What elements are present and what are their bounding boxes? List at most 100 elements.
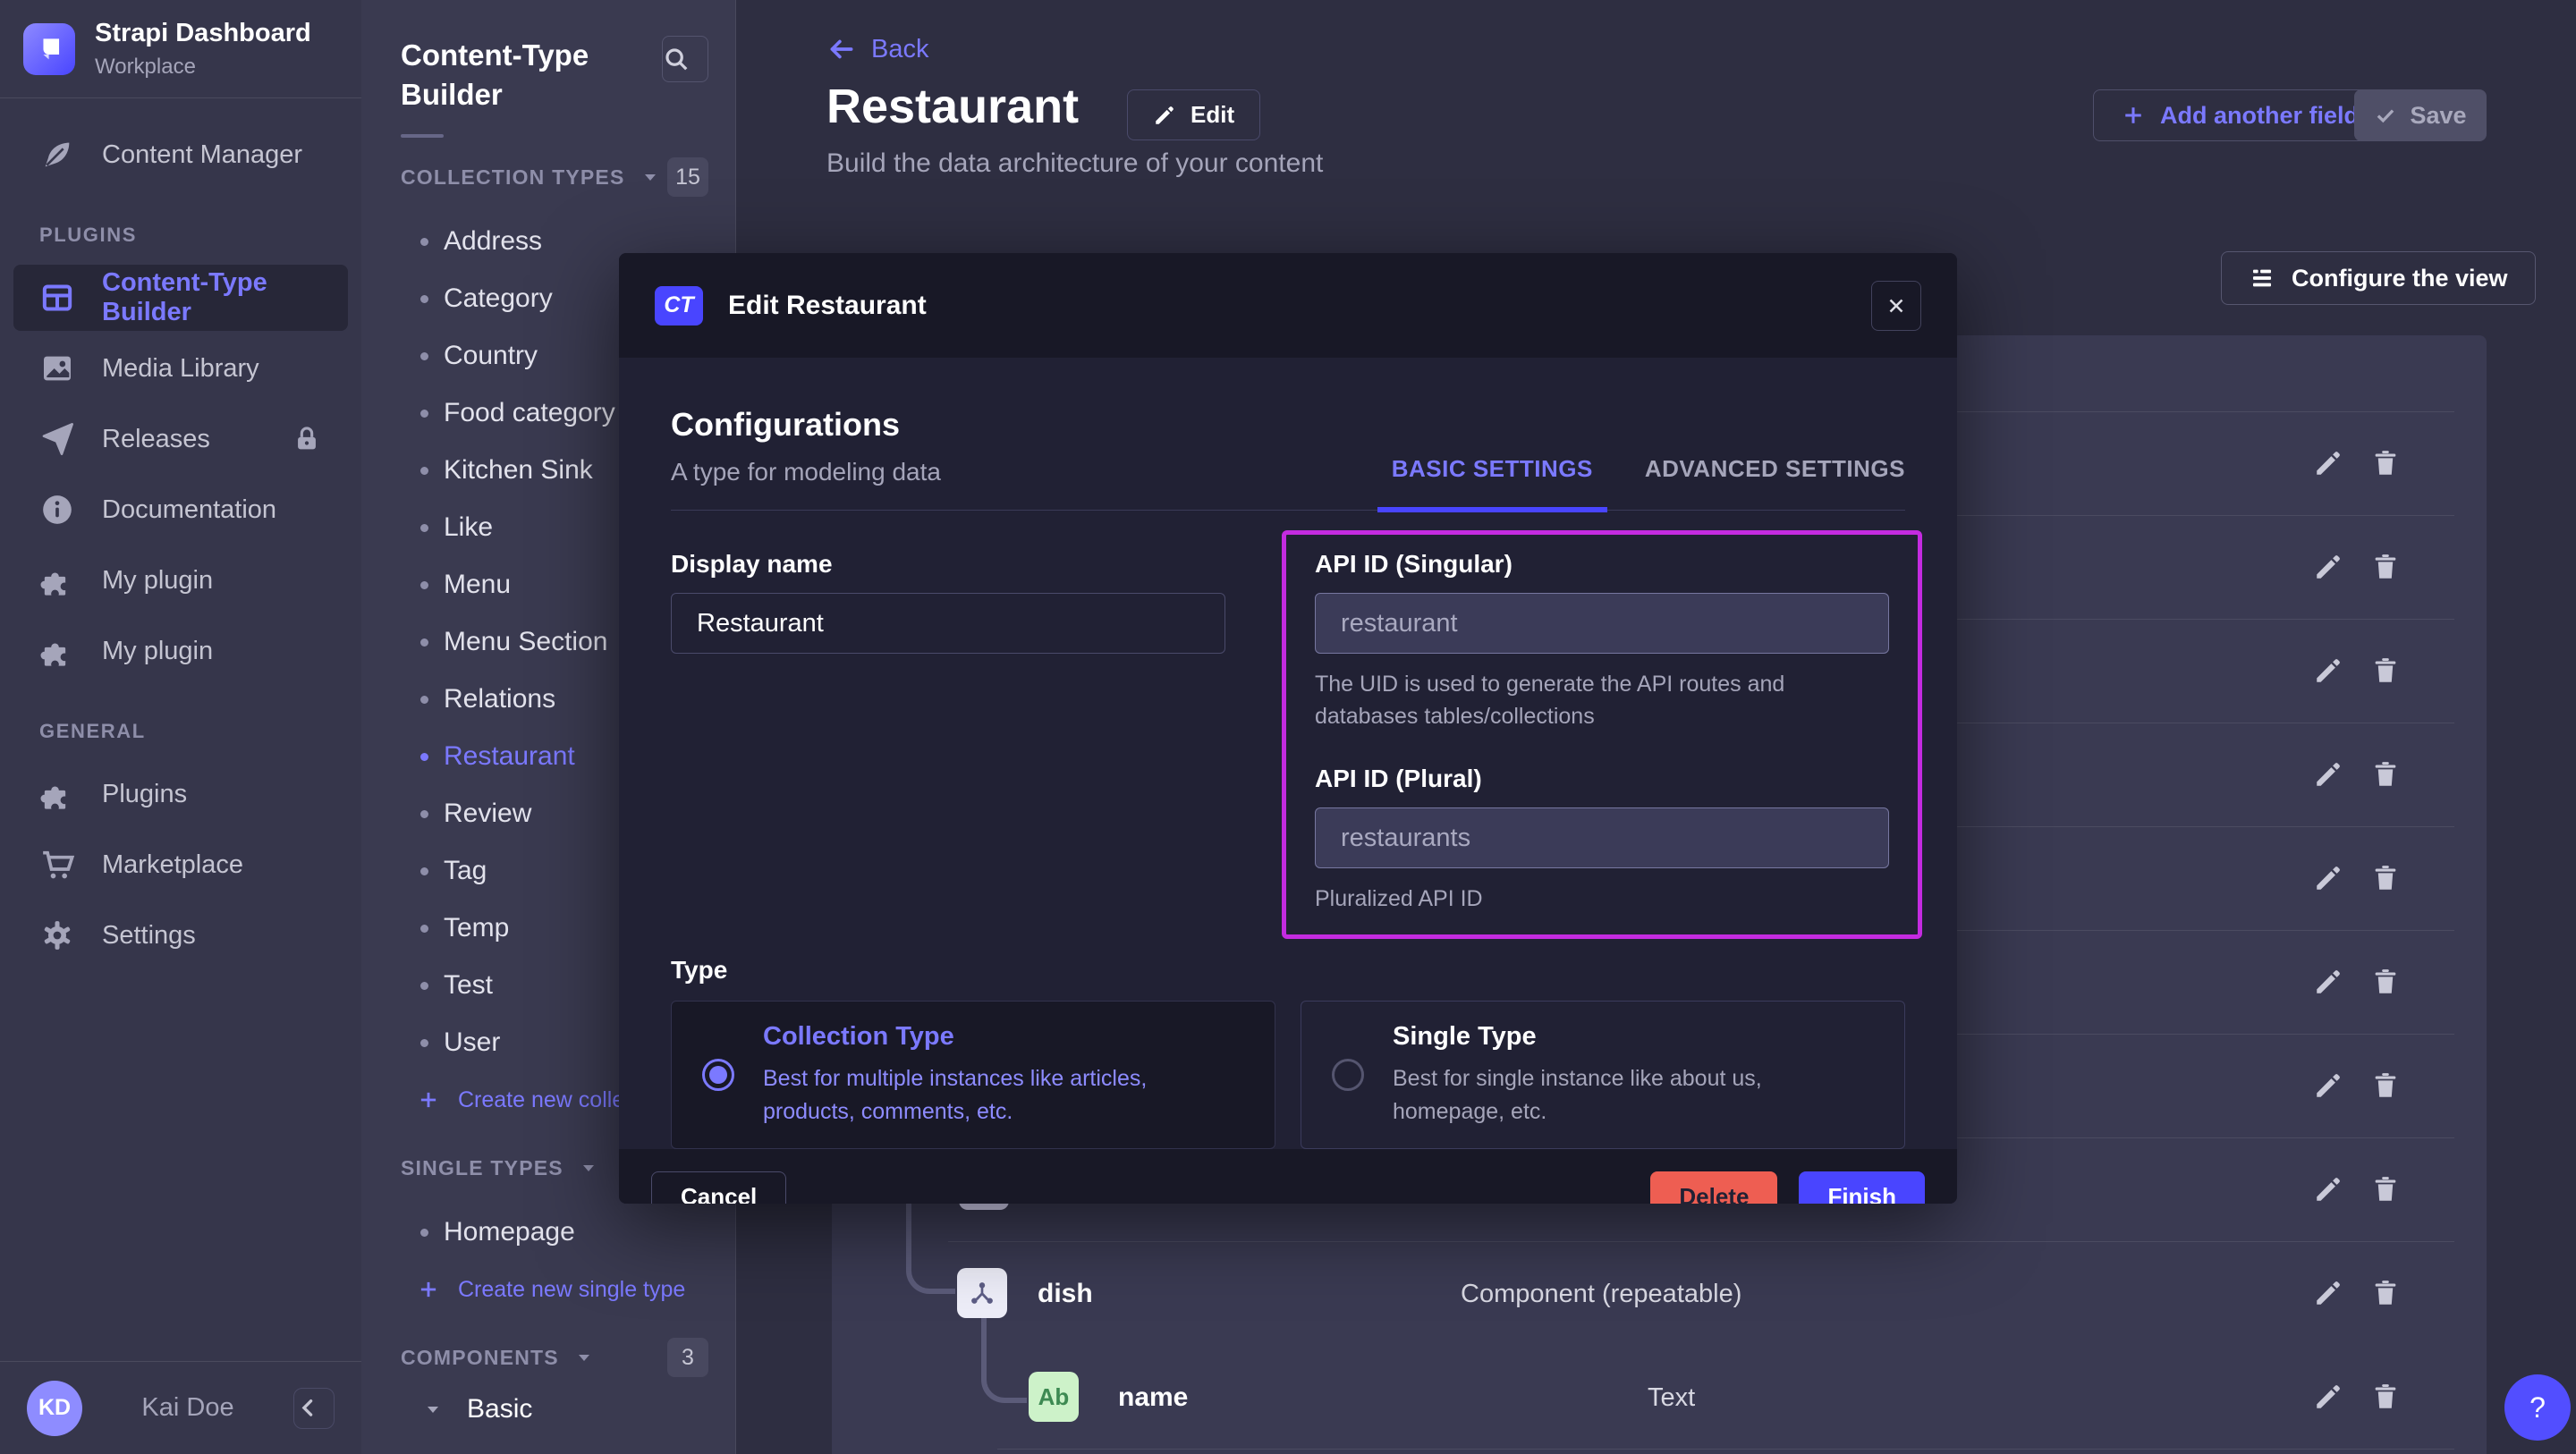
tree-connector [906, 1192, 955, 1294]
list-item-label: Temp [444, 913, 509, 943]
create-single-type-link[interactable]: Create new single type [361, 1261, 735, 1318]
tree-connector [981, 1314, 1027, 1403]
sidebar-item-media-library[interactable]: Media Library [13, 335, 348, 402]
row-divider [997, 1449, 2454, 1450]
strapi-app: Strapi Dashboard Workplace Content Manag… [0, 0, 2576, 1454]
plus-icon [417, 1088, 440, 1112]
create-single-type-label: Create new single type [458, 1277, 685, 1303]
trash-icon[interactable] [2370, 552, 2401, 582]
workspace-title: Strapi Dashboard [95, 19, 311, 48]
sidebar-item-content-manager[interactable]: Content Manager [13, 122, 348, 188]
workspace-brand[interactable]: Strapi Dashboard Workplace [0, 0, 361, 98]
api-id-singular-input[interactable]: restaurant [1315, 593, 1889, 654]
help-button[interactable]: ? [2504, 1374, 2571, 1441]
radio-selected-icon[interactable] [702, 1059, 734, 1091]
bullet-icon [420, 696, 428, 704]
field-name: dish [1038, 1279, 1093, 1309]
configurations-subheading: A type for modeling data [671, 458, 941, 486]
pencil-icon[interactable] [2313, 967, 2343, 997]
component-group-label: Basic [467, 1394, 532, 1424]
component-group-basic[interactable]: Basic [361, 1381, 735, 1438]
trash-icon[interactable] [2370, 1382, 2401, 1412]
bullet-icon [420, 867, 428, 875]
radio-unselected-icon[interactable] [1332, 1059, 1364, 1091]
field-type: Text [1648, 1383, 1695, 1413]
sidebar-item-marketplace[interactable]: Marketplace [13, 832, 348, 898]
collection-count-badge: 15 [667, 157, 708, 197]
collection-type-option[interactable]: Collection Type Best for multiple instan… [671, 1001, 1275, 1149]
section-label: COMPONENTS [401, 1346, 559, 1370]
search-icon [663, 46, 708, 72]
search-button[interactable] [662, 36, 708, 82]
configure-view-button[interactable]: Configure the view [2221, 251, 2536, 305]
delete-button[interactable]: Delete [1650, 1171, 1777, 1204]
row-divider [948, 1241, 2454, 1242]
edit-label: Edit [1191, 101, 1234, 129]
save-button[interactable]: Save [2354, 89, 2487, 141]
trash-icon[interactable] [2370, 863, 2401, 893]
pencil-icon[interactable] [2313, 552, 2343, 582]
trash-icon[interactable] [2370, 448, 2401, 478]
bullet-icon [420, 295, 428, 303]
pencil-icon[interactable] [2313, 1382, 2343, 1412]
pencil-icon[interactable] [2313, 448, 2343, 478]
sidebar-item-plugins[interactable]: Plugins [13, 761, 348, 827]
trash-icon[interactable] [2370, 967, 2401, 997]
sidebar-item-documentation[interactable]: Documentation [13, 477, 348, 543]
sidebar-item-releases[interactable]: Releases [13, 406, 348, 472]
type-section-label: Type [671, 956, 1905, 985]
chevron-left-icon [294, 1394, 334, 1422]
option-description: Best for multiple instances like article… [763, 1062, 1244, 1129]
trash-icon[interactable] [2370, 1070, 2401, 1101]
row-actions [2313, 1382, 2401, 1412]
sidebar-item-label: My plugin [102, 637, 213, 666]
close-modal-button[interactable] [1871, 281, 1921, 331]
sidebar-item-settings[interactable]: Settings [13, 902, 348, 968]
single-type-item-homepage[interactable]: Homepage [361, 1204, 735, 1261]
list-item-label: Like [444, 512, 493, 543]
back-label: Back [871, 35, 928, 64]
pencil-icon[interactable] [2313, 1174, 2343, 1205]
edit-button[interactable]: Edit [1127, 89, 1260, 140]
add-another-field-button[interactable]: Add another field [2093, 89, 2386, 141]
finish-button[interactable]: Finish [1799, 1171, 1925, 1204]
bullet-icon [420, 581, 428, 589]
trash-icon[interactable] [2370, 759, 2401, 790]
pencil-icon[interactable] [2313, 863, 2343, 893]
modal-header: CT Edit Restaurant [619, 253, 1957, 358]
pencil-icon[interactable] [2313, 1070, 2343, 1101]
cancel-button[interactable]: Cancel [651, 1171, 786, 1204]
trash-icon[interactable] [2370, 655, 2401, 686]
add-field-label: Add another field [2160, 102, 2359, 130]
sidebar-item-my-plugin[interactable]: My plugin [13, 618, 348, 684]
bullet-icon [420, 925, 428, 933]
components-header[interactable]: COMPONENTS 3 [361, 1334, 735, 1381]
back-link[interactable]: Back [826, 34, 928, 64]
bullet-icon [420, 352, 428, 360]
row-actions [2313, 552, 2401, 582]
gear-icon [39, 917, 75, 953]
avatar[interactable]: KD [27, 1381, 82, 1436]
tab-basic-settings[interactable]: BASIC SETTINGS [1392, 455, 1593, 483]
page-subtitle: Build the data architecture of your cont… [826, 148, 1323, 179]
section-label: SINGLE TYPES [401, 1156, 564, 1180]
row-actions [2313, 1070, 2401, 1101]
trash-icon[interactable] [2370, 1278, 2401, 1308]
api-id-plural-input[interactable]: restaurants [1315, 807, 1889, 868]
display-name-input[interactable]: Restaurant [671, 593, 1225, 654]
tab-advanced-settings[interactable]: ADVANCED SETTINGS [1645, 455, 1905, 483]
check-icon [2374, 104, 2397, 127]
sidebar-item-my-plugin[interactable]: My plugin [13, 547, 348, 613]
collapse-sidebar-button[interactable] [293, 1388, 335, 1429]
list-item-label: Food category [444, 398, 615, 428]
sidebar-item-content-type-builder[interactable]: Content-Type Builder [13, 265, 348, 331]
chevron-down-icon [578, 1157, 599, 1179]
row-actions [2313, 1278, 2401, 1308]
collection-types-header[interactable]: COLLECTION TYPES 15 [361, 154, 735, 200]
pencil-icon[interactable] [2313, 759, 2343, 790]
pencil-icon[interactable] [2313, 655, 2343, 686]
trash-icon[interactable] [2370, 1174, 2401, 1205]
single-type-option[interactable]: Single Type Best for single instance lik… [1301, 1001, 1905, 1149]
pencil-icon[interactable] [2313, 1278, 2343, 1308]
sidebar-item-label: Documentation [102, 495, 276, 525]
